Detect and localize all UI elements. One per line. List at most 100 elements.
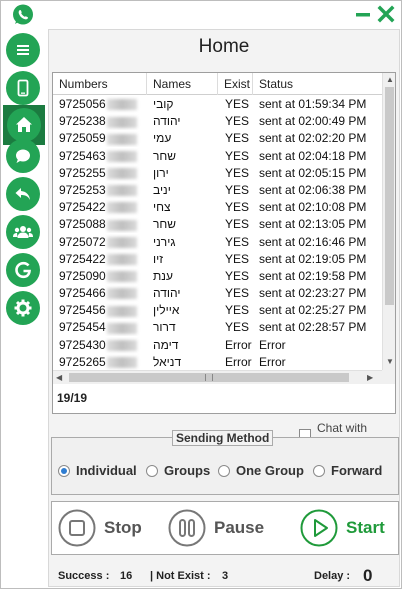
table-row[interactable]: 9725265 דניאל Error Error — [53, 354, 382, 370]
radio-one-group-dot[interactable] — [218, 464, 230, 477]
cell-number: 9725090 — [59, 268, 147, 285]
sidebar-item-phone[interactable] — [6, 71, 40, 105]
delay-value: 0 — [363, 566, 373, 585]
scroll-up-icon[interactable]: ▲ — [386, 75, 394, 84]
column-header-names[interactable]: Names — [147, 73, 218, 95]
table-row[interactable]: 9725454 דרור YES sent at 02:28:57 PM — [53, 319, 382, 336]
sidebar-item-home-button[interactable] — [7, 108, 41, 142]
not-exist-count: 3 — [222, 570, 229, 582]
scroll-down-icon[interactable]: ▼ — [386, 357, 394, 366]
start-button[interactable]: Start — [300, 509, 385, 547]
redacted-digits — [106, 99, 137, 111]
scroll-corner — [382, 370, 395, 384]
cell-exist: YES — [225, 268, 250, 283]
cell-status: sent at 02:23:27 PM — [259, 286, 367, 301]
cell-name: איילין — [153, 303, 180, 318]
radio-one-group[interactable]: One Group — [218, 463, 304, 478]
minimize-button[interactable] — [353, 3, 373, 25]
cell-status: sent at 02:02:20 PM — [259, 131, 367, 146]
radio-forward[interactable]: Forward — [313, 463, 382, 478]
cell-number: 9725059 — [59, 130, 147, 147]
cell-number: 9725072 — [59, 234, 147, 251]
radio-individual[interactable]: Individual — [58, 463, 137, 478]
cell-exist: YES — [225, 303, 250, 318]
action-bar: Stop Pause Start — [51, 501, 399, 555]
table-row[interactable]: 9725422 זיו YES sent at 02:19:05 PM — [53, 251, 382, 268]
vertical-scrollbar[interactable]: ▲ ▼ — [382, 73, 395, 370]
column-header-status[interactable]: Status — [253, 73, 382, 95]
cell-status: Error — [259, 337, 286, 352]
sending-method-legend: Sending Method — [172, 430, 274, 446]
cell-exist: YES — [225, 148, 250, 163]
table-row[interactable]: 9725059 עמי YES sent at 02:02:20 PM — [53, 130, 382, 147]
column-header-exist[interactable]: Exist — [218, 73, 253, 95]
menu-icon — [17, 45, 29, 55]
cell-number: 9725238 — [59, 113, 147, 130]
table-row[interactable]: 9725253 יניב YES sent at 02:06:38 PM — [53, 182, 382, 199]
cell-name: ענת — [153, 268, 173, 283]
cell-exist: YES — [225, 182, 250, 197]
table-row[interactable]: 9725088 שחר YES sent at 02:13:05 PM — [53, 216, 382, 233]
close-button[interactable] — [376, 3, 396, 25]
sidebar-item-groups[interactable] — [6, 215, 40, 249]
sidebar-item-chat[interactable] — [6, 139, 40, 173]
redacted-digits — [106, 322, 137, 334]
redacted-digits — [106, 116, 137, 128]
cell-name: קובי — [153, 97, 174, 111]
cell-name: יהודה — [153, 114, 181, 129]
number-text: 9725253 — [59, 182, 106, 197]
number-text: 9725056 — [59, 97, 106, 111]
sidebar-item-settings[interactable] — [6, 291, 40, 325]
sidebar-item-g[interactable] — [6, 253, 40, 287]
table-row[interactable]: 9725238 יהודה YES sent at 02:00:49 PM — [53, 113, 382, 130]
title-bar — [1, 1, 401, 29]
number-text: 9725238 — [59, 114, 106, 129]
stop-button[interactable]: Stop — [58, 509, 142, 547]
radio-groups[interactable]: Groups — [146, 463, 210, 478]
sidebar-item-reply[interactable] — [6, 177, 40, 211]
table-row[interactable]: 9725430 דימה Error Error — [53, 337, 382, 354]
scroll-right-icon[interactable]: ▶ — [367, 373, 373, 382]
progress-counter: 19/19 — [57, 391, 88, 405]
vertical-scroll-thumb[interactable] — [385, 87, 394, 305]
cell-name: שחר — [153, 217, 177, 232]
cell-exist: YES — [225, 251, 250, 266]
radio-groups-dot[interactable] — [146, 464, 158, 477]
cell-name: ירון — [153, 165, 169, 180]
cell-exist: YES — [225, 114, 250, 129]
table-row[interactable]: 9725456 איילין YES sent at 02:25:27 PM — [53, 302, 382, 319]
sending-method-group: Sending Method Individual Groups One Gro… — [51, 430, 399, 495]
not-exist-label: | Not Exist : — [150, 570, 211, 582]
cell-status: sent at 02:19:58 PM — [259, 268, 367, 283]
table-row[interactable]: 9725463 שחר YES sent at 02:04:18 PM — [53, 148, 382, 165]
gear-icon — [14, 299, 32, 317]
cell-status: sent at 02:06:38 PM — [259, 182, 367, 197]
cell-number: 9725430 — [59, 337, 147, 354]
number-text: 9725422 — [59, 200, 106, 215]
cell-exist: Error — [225, 337, 252, 352]
radio-forward-dot[interactable] — [313, 464, 325, 477]
scroll-left-icon[interactable]: ◀ — [56, 373, 62, 382]
redacted-digits — [106, 271, 137, 283]
success-label: Success : — [58, 570, 110, 582]
table-row[interactable]: 9725466 יהודה YES sent at 02:23:27 PM — [53, 285, 382, 302]
cell-status: sent at 02:16:46 PM — [259, 234, 367, 249]
table-row[interactable]: 9725255 ירון YES sent at 02:05:15 PM — [53, 165, 382, 182]
sidebar-item-menu[interactable] — [6, 33, 40, 67]
column-header-numbers[interactable]: Numbers — [53, 73, 147, 95]
pause-button[interactable]: Pause — [168, 509, 264, 547]
horizontal-scroll-thumb[interactable] — [69, 373, 349, 382]
table-row[interactable]: 9725090 ענת YES sent at 02:19:58 PM — [53, 268, 382, 285]
numbers-table[interactable]: Numbers Names Exist Status 9725056 קובי YE… — [52, 72, 396, 414]
horizontal-scrollbar[interactable]: ◀ ▶ — [53, 370, 382, 384]
number-text: 9725265 — [59, 354, 106, 369]
number-text: 9725088 — [59, 217, 106, 232]
radio-individual-dot[interactable] — [58, 464, 70, 477]
redacted-digits — [106, 254, 137, 266]
table-row[interactable]: 9725422 צחי YES sent at 02:10:08 PM — [53, 199, 382, 216]
table-row[interactable]: 9725056 קובי YES sent at 01:59:34 PM — [53, 96, 382, 113]
cell-name: גירני — [153, 234, 176, 249]
page-title: Home — [198, 36, 250, 57]
number-text: 9725454 — [59, 320, 106, 335]
table-row[interactable]: 9725072 גירני YES sent at 02:16:46 PM — [53, 234, 382, 251]
